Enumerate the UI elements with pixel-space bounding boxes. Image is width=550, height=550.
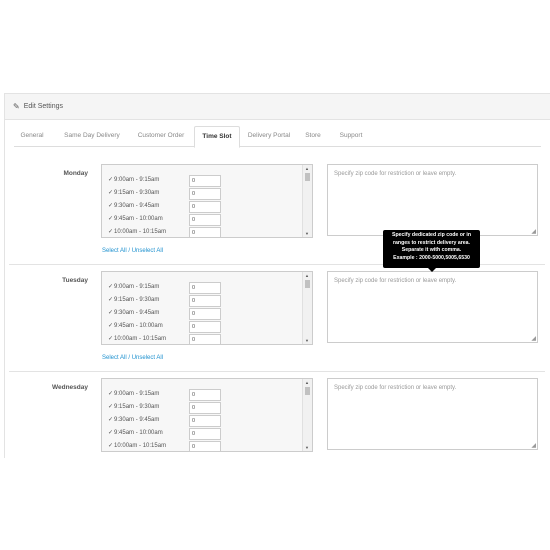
checkmark-icon: ✓ [108, 190, 114, 196]
resize-grip-icon[interactable]: ◢ [531, 228, 536, 235]
slot-row[interactable]: ✓ 9:45am - 10:00am [108, 212, 186, 225]
checkmark-icon: ✓ [108, 216, 114, 222]
zip-placeholder: Specify zip code for restriction or leav… [334, 171, 457, 177]
checkmark-icon: ✓ [108, 443, 114, 449]
scrollbar[interactable]: ▲ ▼ [302, 165, 312, 237]
scroll-down-icon[interactable]: ▼ [305, 338, 309, 343]
slot-row[interactable]: ✓ 9:15am - 9:30am [108, 400, 186, 413]
slot-row[interactable]: ✓ 9:45am - 10:00am [108, 319, 186, 332]
slot-row[interactable]: ✓ 9:00am - 9:15am [108, 173, 186, 186]
tooltip-arrow [428, 268, 436, 272]
select-all-link[interactable]: Select All [102, 355, 127, 361]
zip-code-tooltip: Specify dedicated zip code or in ranges … [383, 230, 480, 268]
checkmark-icon: ✓ [108, 404, 114, 410]
scroll-up-icon[interactable]: ▲ [305, 166, 309, 171]
scroll-thumb[interactable] [305, 173, 310, 181]
slot-row[interactable]: ✓ 9:15am - 9:30am [108, 293, 186, 306]
slot-capacity-input[interactable]: 0 [189, 214, 221, 226]
slot-row[interactable]: ✓ 9:30am - 9:45am [108, 199, 186, 212]
tab-same-day-delivery[interactable]: Same Day Delivery [59, 126, 125, 145]
checkmark-icon: ✓ [108, 417, 114, 423]
scroll-thumb[interactable] [305, 387, 310, 395]
pencil-icon: ✎ [13, 102, 20, 111]
checkmark-icon: ✓ [108, 229, 114, 235]
tab-delivery-portal[interactable]: Delivery Portal [244, 126, 294, 145]
slot-capacity-input[interactable]: 0 [189, 321, 221, 333]
tab-support[interactable]: Support [336, 126, 366, 145]
checkmark-icon: ✓ [108, 310, 114, 316]
slot-row[interactable]: ✓ 9:00am - 9:15am [108, 280, 186, 293]
select-links: Select All / Unselect All [102, 355, 164, 361]
checkmark-icon: ✓ [108, 297, 114, 303]
checkmark-icon: ✓ [108, 177, 114, 183]
checkmark-icon: ✓ [108, 323, 114, 329]
zip-code-textarea[interactable]: Specify zip code for restriction or leav… [327, 164, 538, 236]
slot-row[interactable]: ✓ 9:00am - 9:15am [108, 387, 186, 400]
select-links: Select All / Unselect All [102, 248, 164, 254]
scrollbar[interactable]: ▲ ▼ [302, 272, 312, 344]
slot-row[interactable]: ✓ 9:45am - 10:00am [108, 426, 186, 439]
day-label: Monday [63, 170, 88, 177]
panel-title: Edit Settings [23, 103, 64, 110]
slot-capacity-input[interactable]: 0 [189, 175, 221, 187]
zip-placeholder: Specify zip code for restriction or leav… [334, 385, 457, 391]
slot-capacity-input[interactable]: 0 [189, 201, 221, 213]
slot-capacity-input[interactable]: 0 [189, 227, 221, 237]
scroll-down-icon[interactable]: ▼ [305, 445, 309, 450]
unselect-all-link[interactable]: Unselect All [132, 248, 163, 254]
time-slot-list[interactable]: ✓ 9:00am - 9:15am 0 ✓ 9:15am - 9:30am 0 ✓ 9… [101, 164, 313, 238]
tab-customer-order[interactable]: Customer Order [132, 126, 190, 145]
resize-grip-icon[interactable]: ◢ [531, 442, 536, 449]
zip-code-textarea[interactable]: Specify zip code for restriction or leav… [327, 271, 538, 343]
unselect-all-link[interactable]: Unselect All [132, 355, 163, 361]
tab-bar: General Same Day Delivery Customer Order… [14, 124, 541, 148]
slot-capacity-input[interactable]: 0 [189, 389, 221, 401]
checkmark-icon: ✓ [108, 391, 114, 397]
slot-capacity-input[interactable]: 0 [189, 308, 221, 320]
scrollbar[interactable]: ▲ ▼ [302, 379, 312, 451]
slot-capacity-input[interactable]: 0 [189, 188, 221, 200]
slot-row[interactable]: ✓ 9:30am - 9:45am [108, 306, 186, 319]
slot-capacity-input[interactable]: 0 [189, 428, 221, 440]
checkmark-icon: ✓ [108, 336, 114, 342]
slot-row[interactable]: ✓ 9:15am - 9:30am [108, 186, 186, 199]
tab-general[interactable]: General [14, 126, 50, 145]
tab-time-slot[interactable]: Time Slot [194, 126, 240, 148]
scroll-up-icon[interactable]: ▲ [305, 380, 309, 385]
panel-heading: ✎ Edit Settings [5, 94, 550, 120]
resize-grip-icon[interactable]: ◢ [531, 335, 536, 342]
slot-row[interactable]: ✓ 10:00am - 10:15am [108, 332, 186, 344]
scroll-up-icon[interactable]: ▲ [305, 273, 309, 278]
checkmark-icon: ✓ [108, 284, 114, 290]
day-divider [9, 371, 545, 372]
slot-capacity-input[interactable]: 0 [189, 415, 221, 427]
zip-placeholder: Specify zip code for restriction or leav… [334, 278, 457, 284]
slot-row[interactable]: ✓ 9:30am - 9:45am [108, 413, 186, 426]
slot-capacity-input[interactable]: 0 [189, 334, 221, 344]
checkmark-icon: ✓ [108, 430, 114, 436]
tab-store[interactable]: Store [302, 126, 324, 145]
day-row-wednesday: Wednesday ✓ 9:00am - 9:15am 0 ✓ 9:15am - 9… [9, 378, 545, 457]
day-label: Tuesday [62, 277, 88, 284]
slot-capacity-input[interactable]: 0 [189, 402, 221, 414]
day-row-tuesday: Tuesday ✓ 9:00am - 9:15am 0 ✓ 9:15am - 9:3… [9, 271, 545, 371]
select-all-link[interactable]: Select All [102, 248, 127, 254]
slot-row[interactable]: ✓ 10:00am - 10:15am [108, 225, 186, 237]
day-label: Wednesday [51, 384, 88, 391]
checkmark-icon: ✓ [108, 203, 114, 209]
slot-capacity-input[interactable]: 0 [189, 282, 221, 294]
zip-code-textarea[interactable]: Specify zip code for restriction or leav… [327, 378, 538, 450]
time-slot-list[interactable]: ✓ 9:00am - 9:15am 0 ✓ 9:15am - 9:30am 0 ✓ 9… [101, 378, 313, 452]
time-slot-list[interactable]: ✓ 9:00am - 9:15am 0 ✓ 9:15am - 9:30am 0 ✓ 9… [101, 271, 313, 345]
slot-row[interactable]: ✓ 10:00am - 10:15am [108, 439, 186, 451]
slot-capacity-input[interactable]: 0 [189, 295, 221, 307]
slot-capacity-input[interactable]: 0 [189, 441, 221, 451]
scroll-thumb[interactable] [305, 280, 310, 288]
scroll-down-icon[interactable]: ▼ [305, 231, 309, 236]
